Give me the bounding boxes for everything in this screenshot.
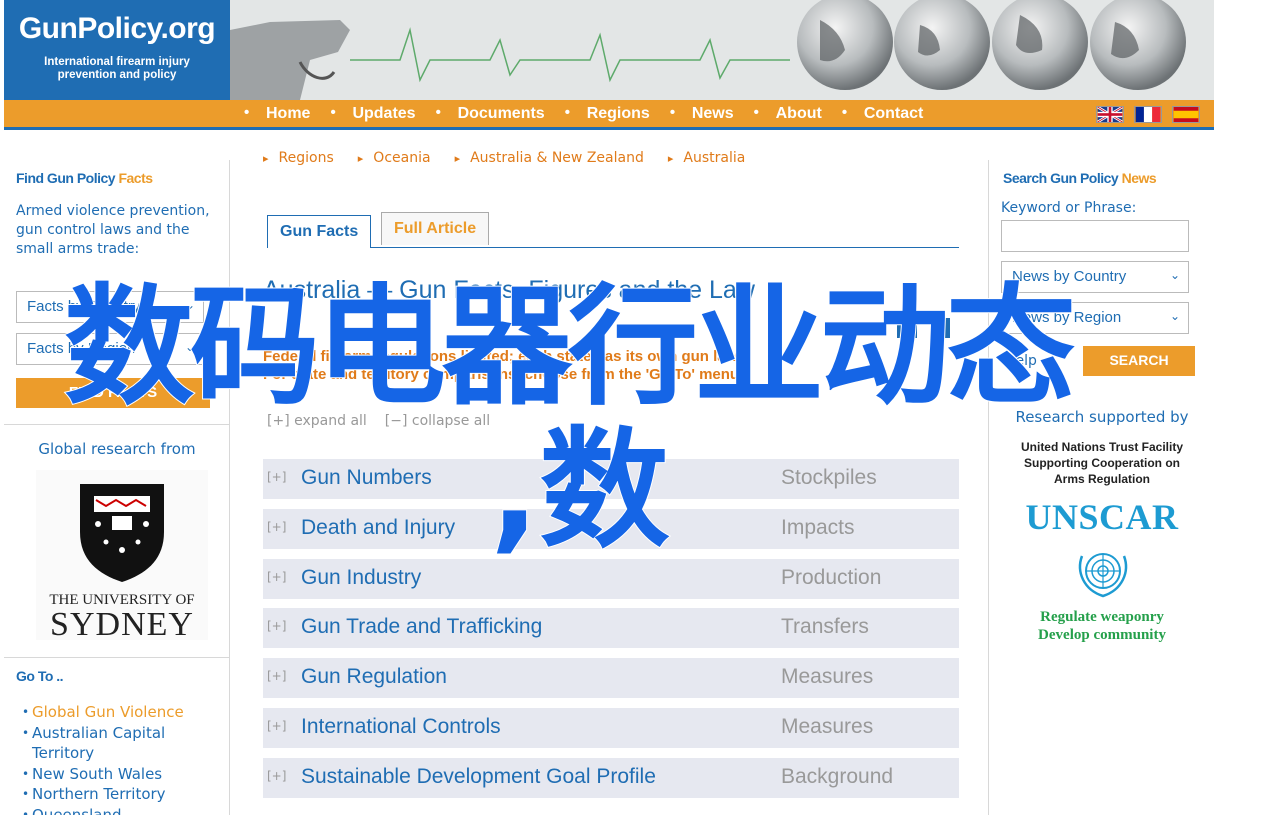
keyword-input[interactable] (1001, 220, 1189, 252)
table-row[interactable]: [+] Gun Numbers Stockpiles (263, 459, 959, 499)
nav-contact[interactable]: Contact (842, 104, 944, 123)
right-sidebar: Search Gun Policy News Keyword or Phrase… (988, 160, 1214, 815)
logo-subtitle: International firearm injury prevention … (44, 56, 190, 81)
add-icon[interactable]: + (930, 318, 950, 338)
tab-gun-facts[interactable]: Gun Facts (267, 215, 372, 248)
breadcrumb-australia-new-zealand[interactable]: Australia & New Zealand (455, 150, 644, 166)
list-item[interactable]: Australian Capital Territory (22, 723, 229, 764)
expand-icon: [+] (267, 619, 287, 634)
site-header: GunPolicy.org International firearm inju… (4, 0, 1214, 100)
list-item[interactable]: Queensland (22, 805, 229, 815)
chevron-down-icon: ⌄ (1169, 268, 1180, 282)
news-by-region-select[interactable]: News by Region ⌄ (1001, 302, 1189, 334)
find-facts-button[interactable]: FIND FACTS (16, 378, 210, 408)
logo-title: GunPolicy.org (18, 12, 216, 45)
nav-home[interactable]: Home (244, 104, 330, 123)
list-item[interactable]: New South Wales (22, 764, 229, 785)
header-banner-image (230, 0, 1214, 100)
page-title: Australia — Gun Facts, Figures and the L… (263, 276, 755, 304)
fact-sections: [+] Gun Numbers Stockpiles [+] Death and In… (263, 459, 959, 808)
table-row[interactable]: [+] Sustainable Development Goal Profile B… (263, 757, 959, 798)
tab-bar: Gun Facts Full Article (267, 212, 959, 248)
table-row[interactable]: [+] International Controls Measures (263, 707, 959, 748)
university-name-line2: SYDNEY (50, 606, 194, 643)
nav-updates[interactable]: Updates (330, 104, 435, 123)
untf-label: United Nations Trust Facility Supporting… (1020, 440, 1184, 486)
table-row[interactable]: [+] Gun Trade and Trafficking Transfers (263, 608, 959, 649)
list-item[interactable]: Global Gun Violence (22, 702, 229, 723)
breadcrumb: Regions Oceania Australia & New Zealand … (263, 150, 746, 166)
table-row[interactable]: [+] Gun Regulation Measures (263, 658, 959, 699)
research-supported-label: Research supported by (1015, 408, 1189, 426)
university-of-sydney-logo[interactable]: THE UNIVERSITY OF SYDNEY (36, 470, 208, 643)
nav-documents[interactable]: Documents (436, 104, 565, 123)
nav-regions[interactable]: Regions (565, 104, 670, 123)
search-news-title: Search Gun Policy News (1003, 170, 1157, 186)
nav-about[interactable]: About (754, 104, 842, 123)
spain-flag-icon[interactable] (1172, 106, 1200, 123)
un-emblem-icon (1078, 553, 1128, 598)
find-facts-title: Find Gun Policy Facts (16, 170, 153, 186)
expand-all-link[interactable]: [+] expand all (267, 413, 367, 429)
unscar-tagline: Regulate weaponry Develop community (1038, 609, 1166, 643)
expand-icon: [+] (267, 669, 287, 684)
expand-icon: [+] (267, 569, 287, 584)
search-button[interactable]: SEARCH (1083, 346, 1195, 376)
language-flags (1096, 106, 1200, 123)
left-sidebar: Find Gun Policy Facts Armed violence pre… (4, 160, 230, 815)
expand-collapse-controls: [+] expand all [−] collapse all (267, 413, 490, 429)
main-content: Regions Oceania Australia & New Zealand … (230, 130, 988, 815)
keyword-label: Keyword or Phrase: (1001, 200, 1137, 216)
nav-news[interactable]: News (670, 104, 754, 123)
divider (4, 424, 230, 425)
breadcrumb-regions[interactable]: Regions (263, 150, 334, 166)
expand-icon: [+] (267, 470, 287, 484)
intro-text: Federal firearm regulations limited; eac… (263, 348, 744, 383)
go-to-list: Global Gun Violence Australian Capital T… (22, 702, 229, 815)
expand-icon: [+] (267, 768, 287, 783)
expand-icon: [+] (267, 519, 287, 534)
go-to-title: Go To .. (16, 668, 64, 684)
chevron-down-icon: ⌄ (184, 340, 195, 354)
news-by-country-select[interactable]: News by Country ⌄ (1001, 261, 1189, 293)
list-item[interactable]: Northern Territory (22, 784, 229, 805)
help-link[interactable]: Help (1005, 353, 1037, 369)
site-logo[interactable]: GunPolicy.org International firearm inju… (4, 0, 230, 100)
chevron-down-icon: ⌄ (184, 298, 195, 312)
share-icon[interactable]: + (897, 318, 917, 338)
breadcrumb-oceania[interactable]: Oceania (358, 150, 430, 166)
breadcrumb-australia[interactable]: Australia (668, 150, 745, 166)
france-flag-icon[interactable] (1134, 106, 1162, 123)
nav-menu: Home Updates Documents Regions News Abou… (244, 104, 944, 123)
unscar-logo[interactable]: UNSCAR (989, 496, 1215, 538)
divider (4, 657, 230, 658)
global-research-label: Global research from (38, 440, 196, 458)
chevron-down-icon: ⌄ (1169, 309, 1180, 323)
facts-by-country-select[interactable]: Facts by Country ⌄ (16, 291, 204, 323)
find-facts-description: Armed violence prevention, gun control l… (16, 203, 210, 257)
facts-by-region-select[interactable]: Facts by Region ⌄ (16, 333, 204, 365)
collapse-all-link[interactable]: [−] collapse all (385, 413, 490, 429)
table-row[interactable]: [+] Death and Injury Impacts (263, 508, 959, 549)
table-row[interactable]: [+] Gun Industry Production (263, 558, 959, 599)
tab-full-article[interactable]: Full Article (381, 212, 490, 245)
uk-flag-icon[interactable] (1096, 106, 1124, 123)
expand-icon: [+] (267, 718, 287, 733)
main-navbar: Home Updates Documents Regions News Abou… (4, 100, 1214, 130)
